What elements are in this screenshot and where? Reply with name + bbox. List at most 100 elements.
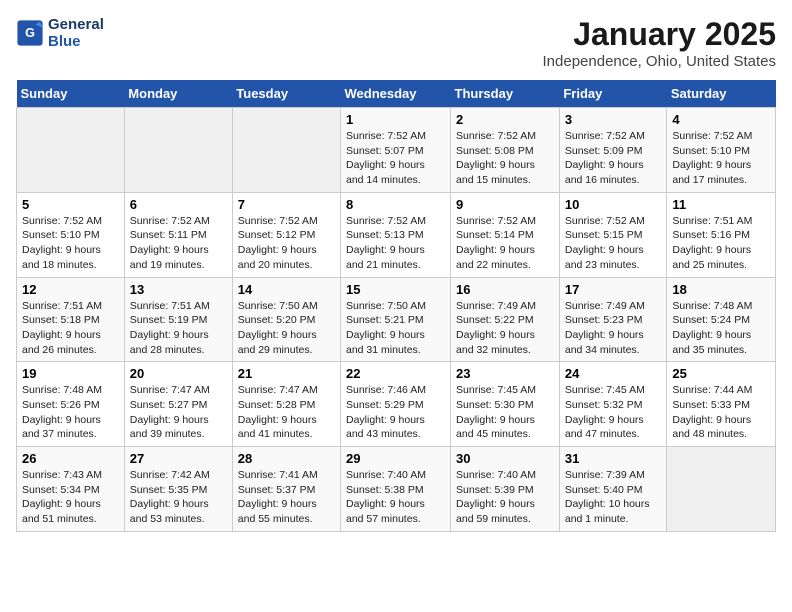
day-info: Sunrise: 7:52 AM Sunset: 5:14 PM Dayligh…	[456, 214, 554, 273]
day-number: 23	[456, 366, 554, 381]
day-info: Sunrise: 7:40 AM Sunset: 5:38 PM Dayligh…	[346, 468, 445, 527]
calendar-body: 1 Sunrise: 7:52 AM Sunset: 5:07 PM Daylig…	[17, 108, 776, 532]
calendar-week-4: 19 Sunrise: 7:48 AM Sunset: 5:26 PM Dayli…	[17, 362, 776, 447]
calendar-cell: 21Sunrise: 7:47 AM Sunset: 5:28 PM Dayli…	[232, 362, 340, 447]
day-number: 12	[22, 282, 119, 297]
col-thursday: Thursday	[451, 80, 560, 108]
day-info: Sunrise: 7:52 AM Sunset: 5:13 PM Dayligh…	[346, 214, 445, 273]
day-info: Sunrise: 7:42 AM Sunset: 5:35 PM Dayligh…	[130, 468, 227, 527]
header-row: Sunday Monday Tuesday Wednesday Thursday…	[17, 80, 776, 108]
day-number: 9	[456, 197, 554, 212]
calendar-cell: 23Sunrise: 7:45 AM Sunset: 5:30 PM Dayli…	[451, 362, 560, 447]
calendar-cell	[667, 447, 776, 532]
calendar-week-5: 26 Sunrise: 7:43 AM Sunset: 5:34 PM Dayli…	[17, 447, 776, 532]
calendar-cell: 7 Sunrise: 7:52 AM Sunset: 5:12 PM Daylig…	[232, 192, 340, 277]
title-block: January 2025 Independence, Ohio, United …	[543, 16, 777, 70]
day-number: 18	[672, 282, 770, 297]
day-info: Sunrise: 7:51 AM Sunset: 5:18 PM Dayligh…	[22, 299, 119, 358]
calendar-cell: 3 Sunrise: 7:52 AM Sunset: 5:09 PM Daylig…	[559, 108, 667, 193]
day-number: 28	[238, 451, 335, 466]
calendar-cell: 26 Sunrise: 7:43 AM Sunset: 5:34 PM Dayli…	[17, 447, 125, 532]
calendar-title: January 2025	[543, 16, 777, 53]
day-number: 19	[22, 366, 119, 381]
day-info: Sunrise: 7:47 AM Sunset: 5:28 PM Dayligh…	[238, 383, 335, 442]
calendar-cell: 25Sunrise: 7:44 AM Sunset: 5:33 PM Dayli…	[667, 362, 776, 447]
calendar-cell: 18 Sunrise: 7:48 AM Sunset: 5:24 PM Dayli…	[667, 277, 776, 362]
calendar-cell: 6Sunrise: 7:52 AM Sunset: 5:11 PM Daylig…	[124, 192, 232, 277]
day-info: Sunrise: 7:52 AM Sunset: 5:07 PM Dayligh…	[346, 129, 445, 188]
calendar-cell: 8 Sunrise: 7:52 AM Sunset: 5:13 PM Daylig…	[341, 192, 451, 277]
day-info: Sunrise: 7:51 AM Sunset: 5:19 PM Dayligh…	[130, 299, 227, 358]
day-info: Sunrise: 7:50 AM Sunset: 5:21 PM Dayligh…	[346, 299, 445, 358]
day-info: Sunrise: 7:48 AM Sunset: 5:24 PM Dayligh…	[672, 299, 770, 358]
day-info: Sunrise: 7:39 AM Sunset: 5:40 PM Dayligh…	[565, 468, 662, 527]
logo-text-blue: Blue	[48, 33, 104, 50]
calendar-cell	[232, 108, 340, 193]
calendar-cell: 4 Sunrise: 7:52 AM Sunset: 5:10 PM Daylig…	[667, 108, 776, 193]
logo: G General Blue	[16, 16, 104, 50]
day-info: Sunrise: 7:49 AM Sunset: 5:23 PM Dayligh…	[565, 299, 662, 358]
calendar-cell: 10Sunrise: 7:52 AM Sunset: 5:15 PM Dayli…	[559, 192, 667, 277]
calendar-week-3: 12 Sunrise: 7:51 AM Sunset: 5:18 PM Dayli…	[17, 277, 776, 362]
day-number: 31	[565, 451, 662, 466]
day-info: Sunrise: 7:52 AM Sunset: 5:10 PM Dayligh…	[22, 214, 119, 273]
day-number: 25	[672, 366, 770, 381]
day-number: 4	[672, 112, 770, 127]
day-number: 13	[130, 282, 227, 297]
calendar-cell: 31 Sunrise: 7:39 AM Sunset: 5:40 PM Dayli…	[559, 447, 667, 532]
day-number: 10	[565, 197, 662, 212]
day-number: 2	[456, 112, 554, 127]
day-number: 14	[238, 282, 335, 297]
calendar-cell: 22Sunrise: 7:46 AM Sunset: 5:29 PM Dayli…	[341, 362, 451, 447]
calendar-week-2: 5 Sunrise: 7:52 AM Sunset: 5:10 PM Daylig…	[17, 192, 776, 277]
day-number: 17	[565, 282, 662, 297]
calendar-cell: 28 Sunrise: 7:41 AM Sunset: 5:37 PM Dayli…	[232, 447, 340, 532]
svg-text:G: G	[25, 26, 35, 40]
day-number: 26	[22, 451, 119, 466]
day-info: Sunrise: 7:52 AM Sunset: 5:09 PM Dayligh…	[565, 129, 662, 188]
day-number: 27	[130, 451, 227, 466]
day-info: Sunrise: 7:48 AM Sunset: 5:26 PM Dayligh…	[22, 383, 119, 442]
day-info: Sunrise: 7:47 AM Sunset: 5:27 PM Dayligh…	[130, 383, 227, 442]
calendar-cell: 27 Sunrise: 7:42 AM Sunset: 5:35 PM Dayli…	[124, 447, 232, 532]
calendar-cell: 17 Sunrise: 7:49 AM Sunset: 5:23 PM Dayli…	[559, 277, 667, 362]
calendar-cell	[17, 108, 125, 193]
col-friday: Friday	[559, 80, 667, 108]
day-number: 15	[346, 282, 445, 297]
calendar-cell: 14 Sunrise: 7:50 AM Sunset: 5:20 PM Dayli…	[232, 277, 340, 362]
day-number: 20	[130, 366, 227, 381]
day-info: Sunrise: 7:52 AM Sunset: 5:10 PM Dayligh…	[672, 129, 770, 188]
calendar-cell: 19 Sunrise: 7:48 AM Sunset: 5:26 PM Dayli…	[17, 362, 125, 447]
day-number: 24	[565, 366, 662, 381]
day-info: Sunrise: 7:41 AM Sunset: 5:37 PM Dayligh…	[238, 468, 335, 527]
day-number: 7	[238, 197, 335, 212]
page-header: G General Blue January 2025 Independence…	[16, 16, 776, 70]
day-number: 8	[346, 197, 445, 212]
calendar-cell: 24Sunrise: 7:45 AM Sunset: 5:32 PM Dayli…	[559, 362, 667, 447]
day-info: Sunrise: 7:52 AM Sunset: 5:12 PM Dayligh…	[238, 214, 335, 273]
day-info: Sunrise: 7:49 AM Sunset: 5:22 PM Dayligh…	[456, 299, 554, 358]
calendar-table: Sunday Monday Tuesday Wednesday Thursday…	[16, 80, 776, 532]
calendar-subtitle: Independence, Ohio, United States	[543, 53, 777, 70]
day-number: 3	[565, 112, 662, 127]
day-number: 29	[346, 451, 445, 466]
day-number: 1	[346, 112, 445, 127]
logo-icon: G	[16, 19, 44, 47]
day-info: Sunrise: 7:46 AM Sunset: 5:29 PM Dayligh…	[346, 383, 445, 442]
day-info: Sunrise: 7:52 AM Sunset: 5:11 PM Dayligh…	[130, 214, 227, 273]
calendar-cell: 12 Sunrise: 7:51 AM Sunset: 5:18 PM Dayli…	[17, 277, 125, 362]
calendar-cell: 15 Sunrise: 7:50 AM Sunset: 5:21 PM Dayli…	[341, 277, 451, 362]
calendar-cell: 5 Sunrise: 7:52 AM Sunset: 5:10 PM Daylig…	[17, 192, 125, 277]
col-monday: Monday	[124, 80, 232, 108]
day-info: Sunrise: 7:51 AM Sunset: 5:16 PM Dayligh…	[672, 214, 770, 273]
day-number: 30	[456, 451, 554, 466]
calendar-cell: 13 Sunrise: 7:51 AM Sunset: 5:19 PM Dayli…	[124, 277, 232, 362]
col-wednesday: Wednesday	[341, 80, 451, 108]
col-saturday: Saturday	[667, 80, 776, 108]
logo-text-general: General	[48, 16, 104, 33]
calendar-week-1: 1 Sunrise: 7:52 AM Sunset: 5:07 PM Daylig…	[17, 108, 776, 193]
day-number: 5	[22, 197, 119, 212]
calendar-cell: 20 Sunrise: 7:47 AM Sunset: 5:27 PM Dayli…	[124, 362, 232, 447]
day-info: Sunrise: 7:43 AM Sunset: 5:34 PM Dayligh…	[22, 468, 119, 527]
day-info: Sunrise: 7:50 AM Sunset: 5:20 PM Dayligh…	[238, 299, 335, 358]
